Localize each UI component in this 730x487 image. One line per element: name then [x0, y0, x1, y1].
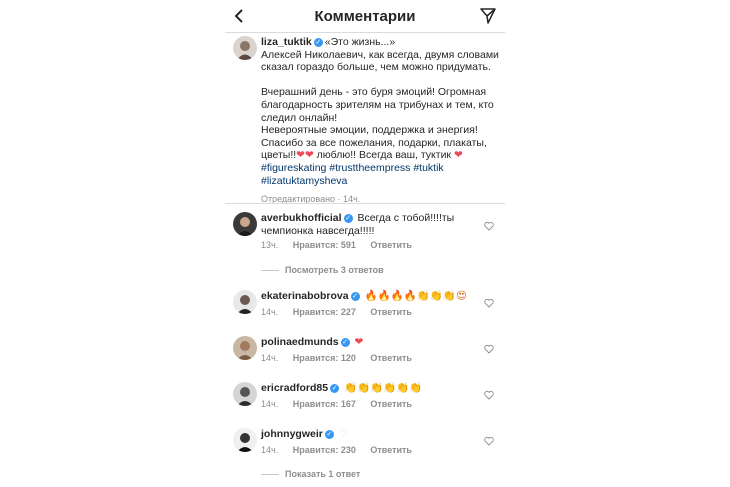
- comment-body: 🔥🔥🔥🔥👏👏👏😍: [364, 290, 467, 302]
- view-replies-label: Посмотреть 3 ответов: [285, 265, 384, 275]
- view-replies-button[interactable]: Посмотреть 3 ответов: [261, 265, 384, 275]
- comment-likes[interactable]: Нравится: 230: [293, 445, 356, 455]
- comment-time: 14ч.: [261, 307, 279, 317]
- comment-username[interactable]: averbukhofficial: [261, 212, 342, 224]
- comments-screen: Комментарии liza_tuktik ✓ «Это жизнь...» А…: [225, 0, 505, 487]
- avatar[interactable]: [233, 212, 257, 236]
- avatar[interactable]: [233, 290, 257, 314]
- caption-divider: [225, 203, 505, 204]
- verified-icon: ✓: [324, 430, 334, 439]
- heart-outline-icon[interactable]: [484, 436, 494, 446]
- heart-outline-icon[interactable]: [484, 344, 494, 354]
- replies-line: [261, 270, 279, 272]
- verified-icon: ✓: [343, 214, 353, 223]
- reply-button[interactable]: Ответить: [370, 307, 412, 317]
- reply-button[interactable]: Ответить: [370, 399, 412, 409]
- reply-button[interactable]: Ответить: [370, 353, 412, 363]
- comment-username[interactable]: polinaedmunds: [261, 336, 339, 348]
- comment-text: polinaedmunds ✓ ❤: [261, 336, 471, 349]
- header-divider: [225, 32, 505, 33]
- comment-actions: 14ч. Нравится: 230 Ответить: [261, 445, 424, 455]
- comment-likes[interactable]: Нравится: 591: [293, 240, 356, 250]
- caption-text-3: Невероятные эмоции, поддержка и энергия!: [261, 124, 478, 137]
- verified-icon: ✓: [340, 338, 350, 347]
- comment-text: ekaterinabobrova ✓ 🔥🔥🔥🔥👏👏👏😍: [261, 290, 481, 303]
- heart-icon: ❤❤: [296, 149, 314, 162]
- avatar[interactable]: [233, 428, 257, 452]
- replies-line: [261, 474, 279, 476]
- comment-username[interactable]: ekaterinabobrova: [261, 290, 349, 302]
- heart-icon: ❤: [453, 149, 463, 162]
- reply-button[interactable]: Ответить: [370, 240, 412, 250]
- comment-actions: 14ч. Нравится: 167 Ответить: [261, 399, 424, 409]
- comment-likes[interactable]: Нравится: 120: [293, 353, 356, 363]
- comment-time: 14ч.: [261, 353, 279, 363]
- verified-icon: ✓: [330, 384, 340, 393]
- verified-icon: ✓: [313, 38, 323, 47]
- comment-actions: 13ч. Нравится: 591 Ответить: [261, 240, 424, 250]
- caption-username[interactable]: liza_tuktik: [261, 36, 312, 48]
- view-replies-label: Показать 1 ответ: [285, 469, 361, 479]
- comment-username[interactable]: ericradford85: [261, 382, 328, 394]
- header: Комментарии: [225, 0, 505, 32]
- comment-time: 13ч.: [261, 240, 279, 250]
- comment-username[interactable]: johnnygweir: [261, 428, 323, 440]
- caption-text-2: Вчерашний день - это буря эмоций! Огромн…: [261, 86, 494, 124]
- view-replies-button[interactable]: Показать 1 ответ: [261, 469, 360, 479]
- post-caption: liza_tuktik ✓ «Это жизнь...» Алексей Никол…: [261, 36, 501, 206]
- page-title: Комментарии: [314, 8, 416, 25]
- comment-body: ♡: [338, 428, 349, 440]
- comment-time: 14ч.: [261, 399, 279, 409]
- caption-text-1: Алексей Николаевич, как всегда, двумя сл…: [261, 48, 499, 74]
- heart-outline-icon[interactable]: [484, 390, 494, 400]
- avatar[interactable]: [233, 382, 257, 406]
- comment-likes[interactable]: Нравится: 167: [293, 399, 356, 409]
- send-icon[interactable]: [479, 7, 497, 25]
- comment-body: ❤: [354, 336, 364, 348]
- comment-likes[interactable]: Нравится: 227: [293, 307, 356, 317]
- heart-outline-icon[interactable]: [484, 221, 494, 231]
- heart-outline-icon[interactable]: [484, 298, 494, 308]
- comment-actions: 14ч. Нравится: 227 Ответить: [261, 307, 424, 317]
- reply-button[interactable]: Ответить: [370, 445, 412, 455]
- avatar[interactable]: [233, 36, 257, 60]
- caption-title: «Это жизнь...»: [324, 36, 396, 48]
- comment-text: averbukhofficial ✓ Всегда с тобой!!!!ты ч…: [261, 212, 471, 237]
- avatar[interactable]: [233, 336, 257, 360]
- comment-text: ericradford85 ✓ 👏👏👏👏👏👏: [261, 382, 471, 395]
- comment-time: 14ч.: [261, 445, 279, 455]
- comment-actions: 14ч. Нравится: 120 Ответить: [261, 353, 424, 363]
- comment-text: johnnygweir ✓ ♡: [261, 428, 471, 441]
- verified-icon: ✓: [350, 292, 360, 301]
- caption-text-4b: люблю!! Всегда ваш, туктик: [313, 149, 454, 162]
- comment-body: 👏👏👏👏👏👏: [344, 382, 423, 394]
- caption-hashtags[interactable]: #figureskating #trusttheempress #tuktik …: [261, 162, 501, 187]
